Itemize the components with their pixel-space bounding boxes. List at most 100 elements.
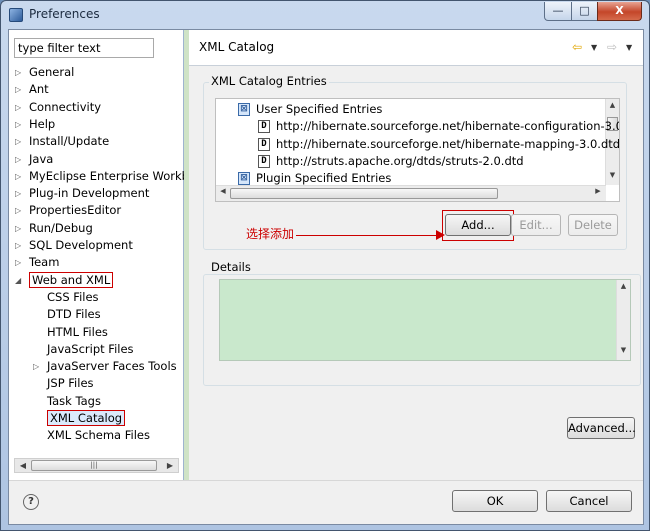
catalog-category[interactable]: Plugin Specified Entries (256, 170, 391, 187)
preference-tree: ▷ General ▷ Ant ▷ Connectivity ▷ Help ▷ Install/U… (9, 63, 184, 451)
tree-item-label: XML Catalog (47, 410, 126, 426)
scroll-up-icon[interactable]: ▲ (606, 101, 619, 109)
minimize-button[interactable]: — (544, 2, 572, 21)
scroll-up-icon[interactable]: ▲ (617, 282, 630, 290)
tree-item[interactable]: General (29, 64, 74, 81)
catalog-entry[interactable]: http://struts.apache.org/dtds/struts-2.0… (276, 153, 524, 170)
tree-item[interactable]: MyEclipse Enterprise Workbe (29, 168, 184, 185)
expand-arrow-icon[interactable]: ▷ (15, 202, 25, 219)
tree-item-label: Task Tags (47, 393, 101, 408)
tree-item[interactable]: Task Tags (47, 393, 101, 410)
tree-item-label: Java (29, 151, 54, 166)
tree-item-label: PropertiesEditor (29, 203, 122, 218)
page-title: XML Catalog (199, 40, 275, 54)
xml-catalog-page: XML Catalog ⇦ ▼ ⇨ ▼ XML Catalog Entries … (189, 30, 643, 480)
catalog-category-icon: ⊠ (238, 103, 250, 116)
tree-item-label: Web and XML (29, 271, 114, 288)
expand-arrow-icon[interactable]: ▷ (15, 237, 25, 254)
tree-item[interactable]: Connectivity (29, 99, 101, 116)
dtd-file-icon: D (258, 137, 270, 151)
annotation-text: 选择添加 (246, 227, 295, 241)
app-icon (9, 8, 23, 22)
annotation-arrow-line (296, 235, 441, 236)
tree-item-label: Help (29, 116, 56, 131)
collapse-arrow-icon[interactable]: ◢ (15, 272, 25, 289)
details-text-area[interactable]: ▲ ▼ (219, 279, 631, 361)
back-arrow-icon[interactable]: ⇦ (572, 40, 582, 54)
forward-arrow-icon[interactable]: ⇨ (607, 40, 617, 54)
catalog-category-icon: ⊠ (238, 172, 250, 186)
expand-arrow-icon[interactable]: ▷ (15, 116, 25, 133)
tree-item[interactable]: HTML Files (47, 324, 108, 341)
expand-arrow-icon[interactable]: ▷ (15, 220, 25, 237)
tree-item[interactable]: Run/Debug (29, 220, 93, 237)
tree-item[interactable]: Install/Update (29, 133, 109, 150)
tree-horizontal-scrollbar[interactable]: ◀ ||| ▶ (14, 458, 179, 473)
tree-item-label: JavaServer Faces Tools (47, 359, 177, 374)
catalog-category[interactable]: User Specified Entries (256, 101, 382, 118)
catalog-entries-list[interactable]: ▲ ▼ ◀ ▶ ⊠ User Specified Entries Dhttp://h… (215, 98, 620, 202)
details-label: Details (209, 260, 253, 274)
expand-arrow-icon[interactable]: ▷ (15, 168, 25, 185)
expand-arrow-icon[interactable]: ▷ (15, 133, 25, 150)
tree-item[interactable]: PropertiesEditor (29, 202, 121, 219)
tree-item[interactable]: XML Schema Files (47, 427, 150, 444)
scroll-thumb[interactable] (230, 188, 498, 199)
dialog-button-bar: ? OK Cancel (9, 480, 643, 524)
tree-item[interactable]: CSS Files (47, 289, 99, 306)
expand-arrow-icon[interactable]: ▷ (15, 99, 25, 116)
page-header: XML Catalog ⇦ ▼ ⇨ ▼ (189, 30, 643, 66)
tree-item-label: Connectivity (29, 99, 102, 114)
tree-item-label: Ant (29, 82, 49, 97)
tree-item[interactable]: XML Catalog (47, 410, 126, 427)
tree-item[interactable]: Plug-in Development (29, 185, 149, 202)
expand-arrow-icon[interactable]: ▷ (15, 185, 25, 202)
tree-item[interactable]: JSP Files (47, 375, 94, 392)
tree-item-label: General (29, 65, 75, 79)
scroll-down-icon[interactable]: ▼ (617, 346, 630, 354)
scroll-thumb[interactable]: ||| (31, 460, 157, 471)
tree-item[interactable]: Ant (29, 81, 49, 98)
dtd-file-icon: D (258, 120, 270, 134)
expand-arrow-icon[interactable]: ▷ (15, 254, 25, 271)
cancel-button[interactable]: Cancel (546, 490, 632, 512)
edit-button[interactable]: Edit... (511, 214, 561, 236)
ok-button[interactable]: OK (452, 490, 538, 512)
catalog-entry[interactable]: http://hibernate.sourceforge.net/hiberna… (276, 118, 619, 135)
tree-item-label: MyEclipse Enterprise Workbe (29, 168, 184, 183)
tree-item[interactable]: Web and XML (29, 271, 114, 289)
tree-item[interactable]: DTD Files (47, 306, 101, 323)
add-button[interactable]: Add... (445, 214, 511, 236)
expand-arrow-icon[interactable]: ▷ (15, 64, 25, 81)
tree-item[interactable]: Help (29, 116, 55, 133)
catalog-entry[interactable]: http://hibernate.sourceforge.net/hiberna… (276, 136, 619, 153)
list-horizontal-scrollbar[interactable]: ◀ ▶ (216, 185, 606, 201)
scroll-right-icon[interactable]: ▶ (163, 459, 177, 472)
expand-arrow-icon[interactable]: ▷ (15, 81, 25, 98)
details-vertical-scrollbar[interactable]: ▲ ▼ (616, 280, 630, 360)
tree-item-label: Team (29, 255, 60, 270)
tree-item-label: JavaScript Files (47, 341, 134, 356)
back-history-dropdown-icon[interactable]: ▼ (591, 43, 597, 52)
tree-item[interactable]: Java (29, 151, 53, 168)
maximize-button[interactable]: □ (571, 2, 598, 21)
tree-item[interactable]: JavaServer Faces Tools (47, 358, 177, 375)
scroll-right-icon[interactable]: ▶ (592, 187, 604, 195)
advanced-button[interactable]: Advanced... (567, 417, 636, 439)
expand-arrow-icon[interactable]: ▷ (15, 151, 25, 168)
title-bar[interactable]: Preferences — □ X (1, 1, 649, 29)
tree-item[interactable]: Team (29, 254, 59, 271)
filter-input[interactable] (14, 38, 154, 58)
catalog-entries-label: XML Catalog Entries (209, 74, 329, 88)
close-button[interactable]: X (597, 2, 642, 21)
scroll-left-icon[interactable]: ◀ (217, 187, 229, 195)
forward-history-dropdown-icon[interactable]: ▼ (626, 43, 632, 52)
tree-item[interactable]: SQL Development (29, 237, 133, 254)
tree-item[interactable]: JavaScript Files (47, 341, 134, 358)
help-icon[interactable]: ? (23, 494, 39, 510)
expand-arrow-icon[interactable]: ▷ (33, 358, 43, 375)
scroll-down-icon[interactable]: ▼ (606, 171, 619, 179)
scroll-left-icon[interactable]: ◀ (16, 459, 30, 472)
window-title: Preferences (29, 7, 100, 21)
delete-button[interactable]: Delete (568, 214, 618, 236)
